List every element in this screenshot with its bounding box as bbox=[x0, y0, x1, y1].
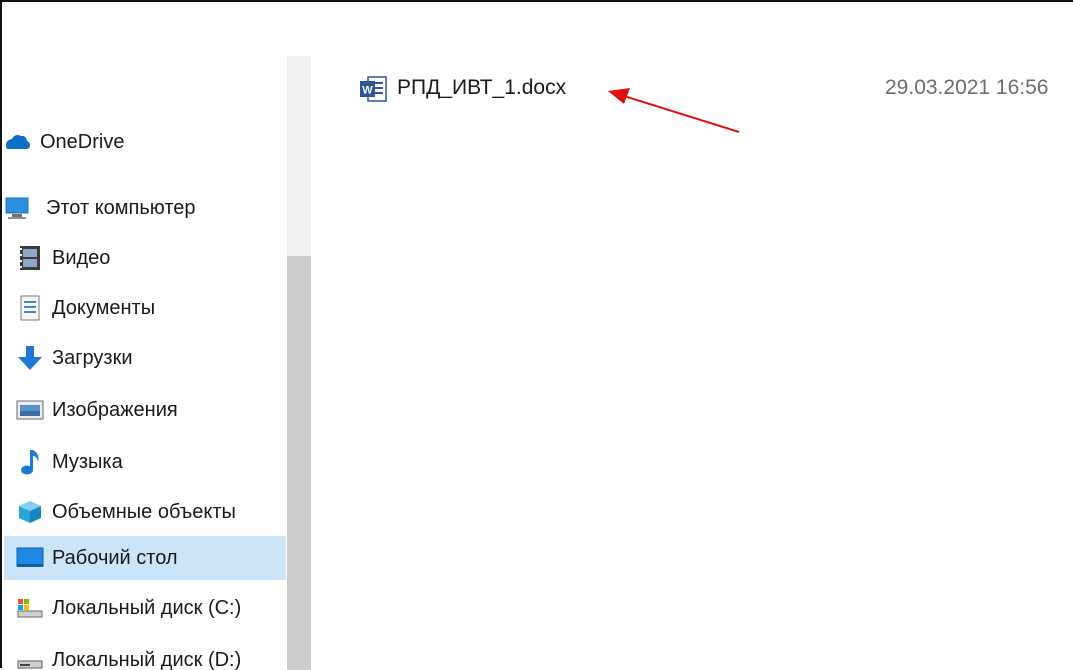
sidebar-item-video[interactable]: Видео bbox=[4, 236, 286, 280]
explorer-window-frame: OneDrive Этот компьютер Видео Документы bbox=[0, 0, 1073, 668]
sidebar-item-local-disk-d[interactable]: Локальный диск (D:) bbox=[4, 638, 286, 670]
svg-text:W: W bbox=[362, 85, 373, 97]
scrollbar-thumb[interactable] bbox=[287, 256, 311, 670]
file-row[interactable]: W РПД_ИВТ_1.docx 29.03.2021 16:56 bbox=[351, 68, 1071, 110]
sidebar-item-label: Локальный диск (D:) bbox=[52, 649, 241, 670]
sidebar-item-music[interactable]: Музыка bbox=[4, 440, 286, 484]
sidebar-item-label: Рабочий стол bbox=[52, 547, 178, 570]
navigation-pane: OneDrive Этот компьютер Видео Документы bbox=[4, 4, 311, 670]
sidebar-item-label: Документы bbox=[52, 297, 155, 320]
sidebar-item-label: Загрузки bbox=[52, 347, 133, 370]
local-disk-d-icon bbox=[16, 646, 44, 670]
3d-objects-icon bbox=[16, 498, 44, 526]
pictures-folder-icon bbox=[16, 396, 44, 424]
sidebar-item-pictures[interactable]: Изображения bbox=[4, 388, 286, 432]
sidebar-item-documents[interactable]: Документы bbox=[4, 286, 286, 330]
sidebar-item-label: OneDrive bbox=[40, 131, 124, 154]
sidebar-item-this-pc[interactable]: Этот компьютер bbox=[4, 186, 286, 230]
navigation-scrollbar[interactable] bbox=[287, 56, 311, 670]
sidebar-item-desktop[interactable]: Рабочий стол bbox=[4, 536, 286, 580]
sidebar-item-label: Музыка bbox=[52, 451, 123, 474]
local-disk-c-icon bbox=[16, 594, 44, 622]
sidebar-item-label: Изображения bbox=[52, 399, 178, 422]
sidebar-item-label: Этот компьютер bbox=[46, 197, 196, 220]
sidebar-item-local-disk-c[interactable]: Локальный диск (C:) bbox=[4, 586, 286, 630]
desktop-icon bbox=[16, 544, 44, 572]
file-modified-date: 29.03.2021 16:56 bbox=[885, 76, 1049, 100]
sidebar-item-label: Локальный диск (C:) bbox=[52, 597, 241, 620]
word-document-icon: W bbox=[359, 74, 389, 104]
sidebar-item-downloads[interactable]: Загрузки bbox=[4, 336, 286, 380]
sidebar-item-3d-objects[interactable]: Объемные объекты bbox=[4, 490, 286, 534]
this-pc-icon bbox=[4, 194, 32, 222]
sidebar-item-label: Видео bbox=[52, 247, 110, 270]
documents-folder-icon bbox=[16, 294, 44, 322]
downloads-arrow-icon bbox=[16, 344, 44, 372]
sidebar-item-label: Объемные объекты bbox=[52, 501, 236, 524]
onedrive-cloud-icon bbox=[4, 128, 32, 156]
sidebar-item-onedrive[interactable]: OneDrive bbox=[4, 120, 286, 164]
file-list-pane: W РПД_ИВТ_1.docx 29.03.2021 16:56 bbox=[311, 4, 1073, 670]
music-note-icon bbox=[16, 448, 44, 476]
file-name: РПД_ИВТ_1.docx bbox=[397, 76, 566, 100]
video-folder-icon bbox=[16, 244, 44, 272]
